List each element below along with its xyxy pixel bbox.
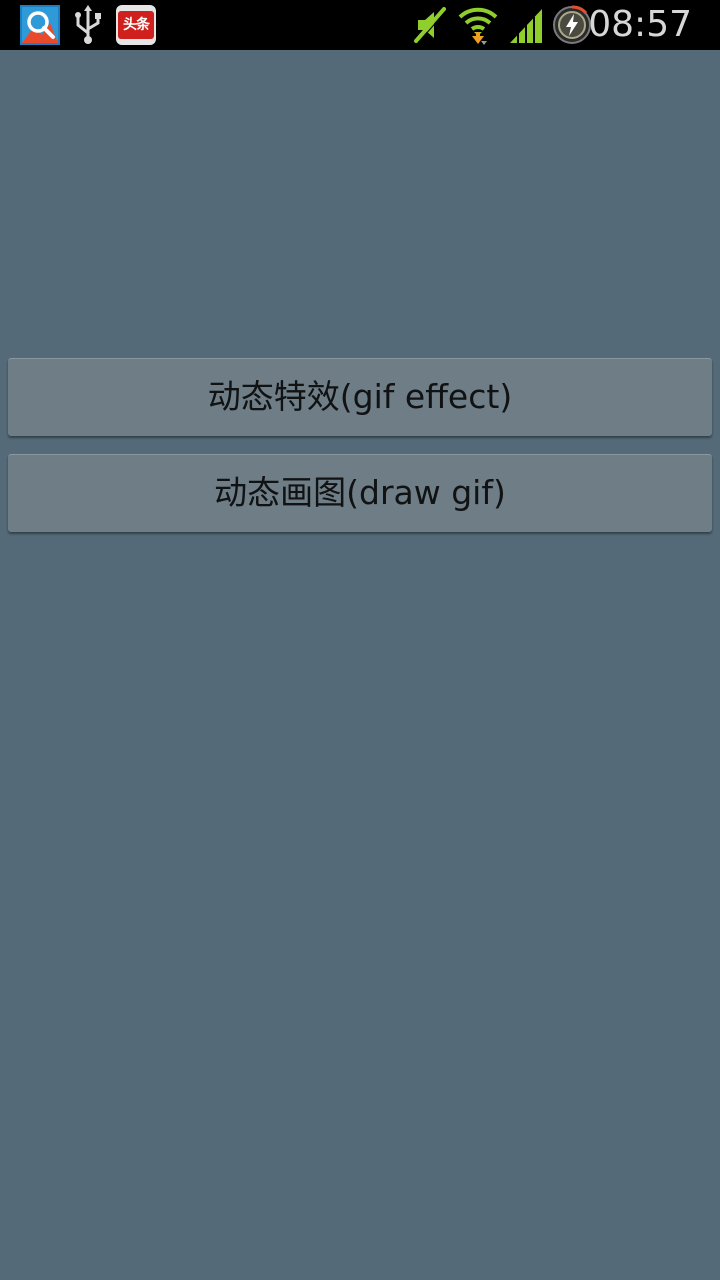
main-content: 动态特效(gif effect) 动态画图(draw gif) (0, 50, 720, 1280)
search-app-icon (20, 5, 60, 45)
draw-gif-button[interactable]: 动态画图(draw gif) (8, 454, 712, 532)
wifi-icon (458, 7, 498, 45)
toutiao-icon: 头条 (116, 5, 156, 45)
toutiao-label: 头条 (118, 11, 154, 39)
mute-icon (414, 7, 447, 44)
usb-icon (75, 5, 101, 44)
status-time: 08:57 (588, 4, 692, 45)
signal-icon (510, 9, 542, 43)
gif-effect-button[interactable]: 动态特效(gif effect) (8, 358, 712, 436)
status-bar: 头条 08:57 (0, 0, 720, 50)
battery-charging-icon (553, 5, 591, 44)
